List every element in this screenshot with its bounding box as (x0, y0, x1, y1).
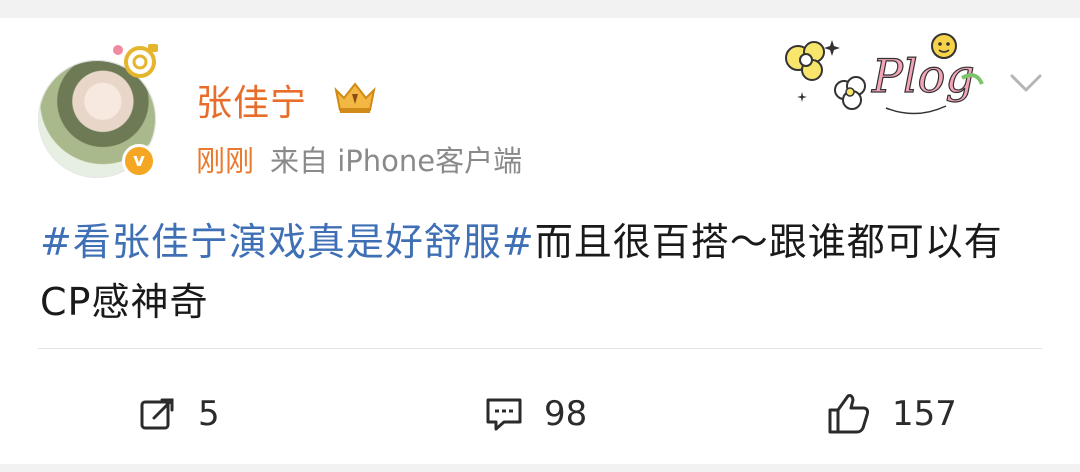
like-count: 157 (892, 394, 957, 434)
post-source[interactable]: 来自 iPhone客户端 (270, 144, 522, 178)
comment-button[interactable]: 98 (484, 390, 587, 438)
comment-count: 98 (544, 394, 588, 434)
verified-badge-icon: v (122, 144, 156, 178)
hashtag-link[interactable]: #看张佳宁演戏真是好舒服# (40, 220, 535, 264)
bottom-separator (0, 464, 1080, 472)
post-time: 刚刚 (196, 144, 255, 178)
vip-crown-icon[interactable] (330, 78, 380, 116)
divider (38, 348, 1042, 349)
like-icon (828, 394, 870, 434)
weibo-post-card: v 张佳宁 刚刚 来自 iPhone客户端 Plog #看张佳宁演戏真是好舒服#… (0, 0, 1080, 464)
chevron-down-icon[interactable] (1006, 70, 1046, 98)
share-button[interactable]: 5 (138, 390, 220, 438)
like-button[interactable]: 157 (826, 390, 957, 438)
avatar[interactable]: v (38, 44, 158, 178)
share-icon (140, 398, 174, 430)
username[interactable]: 张佳宁 (196, 74, 307, 126)
flower-decoration-icon (785, 41, 866, 110)
share-count: 5 (198, 394, 220, 434)
comment-icon (486, 398, 522, 431)
camera-decoration-icon (113, 44, 158, 78)
post-meta: 刚刚 来自 iPhone客户端 (196, 138, 522, 180)
plog-label: Plog (871, 49, 975, 103)
plog-decoration: Plog (785, 33, 984, 115)
post-content: #看张佳宁演戏真是好舒服#而且很百搭～跟谁都可以有CP感神奇 (40, 212, 1040, 332)
